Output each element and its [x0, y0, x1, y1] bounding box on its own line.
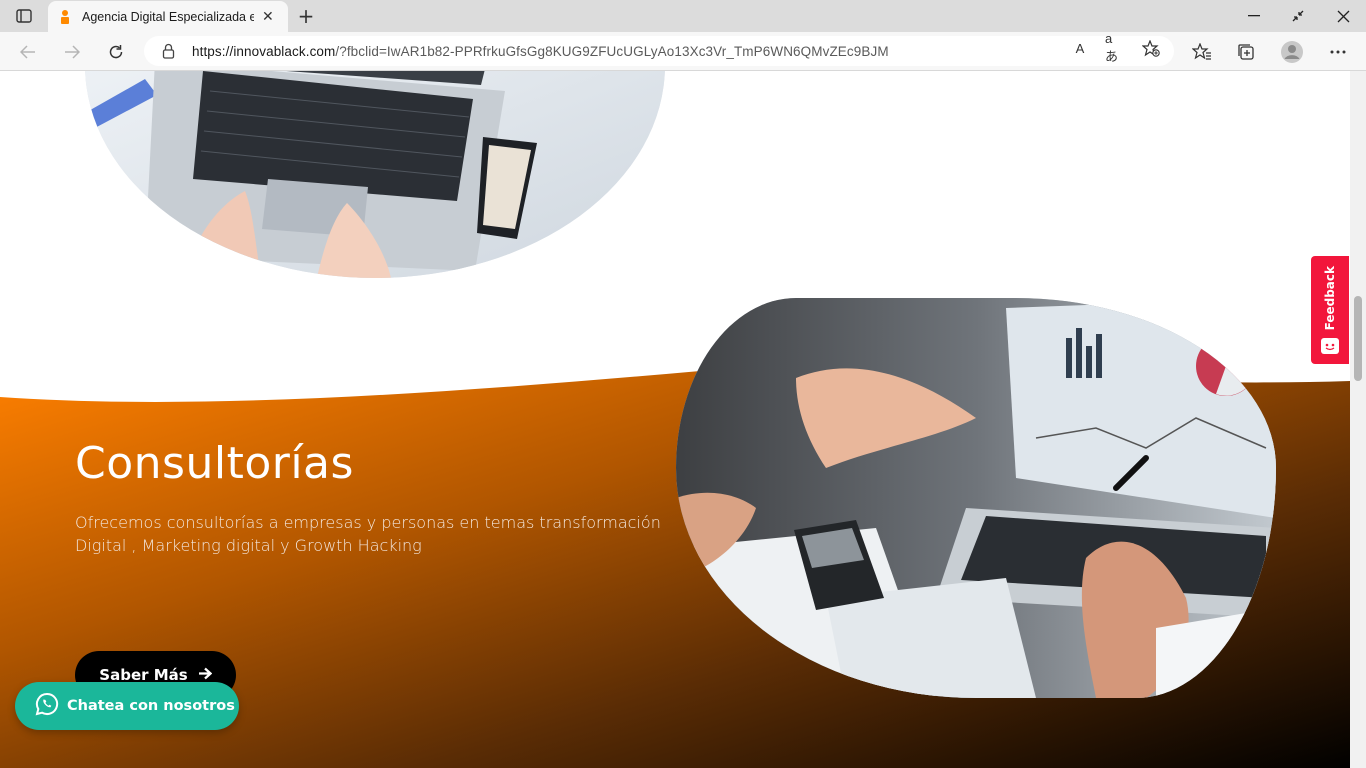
refresh-icon[interactable] [102, 38, 130, 66]
minimize-icon[interactable] [1232, 0, 1276, 32]
close-window-icon[interactable] [1321, 0, 1365, 32]
browser-tab[interactable]: Agencia Digital Especializada en ✕ [48, 1, 288, 32]
add-favorite-icon[interactable] [1141, 39, 1161, 57]
tab-title: Agencia Digital Especializada en [82, 9, 254, 24]
url-text[interactable]: https://innovablack.com/?fbclid=IwAR1b82… [192, 44, 889, 59]
close-tab-icon[interactable]: ✕ [262, 8, 274, 25]
feedback-label: Feedback [1323, 266, 1337, 331]
translate-icon[interactable]: aあ [1105, 31, 1125, 64]
site-favicon-icon [58, 9, 72, 25]
web-page: Consultorías Ofrecemos consultorías a em… [0, 71, 1350, 768]
scrollbar-thumb[interactable] [1354, 296, 1362, 381]
url-rest: /?fbclid=IwAR1b82-PPRfrkuGfsGg8KUG9ZFUcU… [335, 43, 889, 59]
more-menu-icon[interactable] [1326, 40, 1350, 64]
read-aloud-icon[interactable]: A [1070, 39, 1090, 57]
feedback-smile-icon [1321, 338, 1339, 355]
whatsapp-icon [35, 692, 59, 720]
tab-bar: Agencia Digital Especializada en ✕ + [0, 0, 1366, 32]
profile-avatar-icon[interactable] [1280, 40, 1304, 64]
browser-toolbar: https://innovablack.com/?fbclid=IwAR1b82… [0, 31, 1366, 71]
section-title: Consultorías [75, 438, 354, 489]
section-description: Ofrecemos consultorías a empresas y pers… [75, 513, 661, 555]
tab-actions-icon[interactable] [10, 6, 38, 26]
feedback-tab[interactable]: Feedback [1311, 256, 1349, 364]
favorites-icon[interactable] [1190, 40, 1214, 64]
new-tab-icon[interactable]: + [294, 4, 318, 28]
whatsapp-label: Chatea con nosotros [67, 698, 235, 714]
collections-icon[interactable] [1234, 40, 1258, 64]
url-host: https://innovablack.com [192, 43, 336, 59]
back-icon[interactable] [14, 38, 42, 66]
laptop-photo-blob [85, 71, 665, 278]
address-bar[interactable]: https://innovablack.com/?fbclid=IwAR1b82… [144, 36, 1174, 66]
whatsapp-chat-button[interactable]: Chatea con nosotros [15, 682, 239, 730]
lock-icon[interactable] [162, 43, 176, 59]
forward-icon[interactable] [58, 38, 86, 66]
page-scrollbar[interactable] [1350, 71, 1366, 768]
restore-icon[interactable] [1276, 0, 1320, 32]
